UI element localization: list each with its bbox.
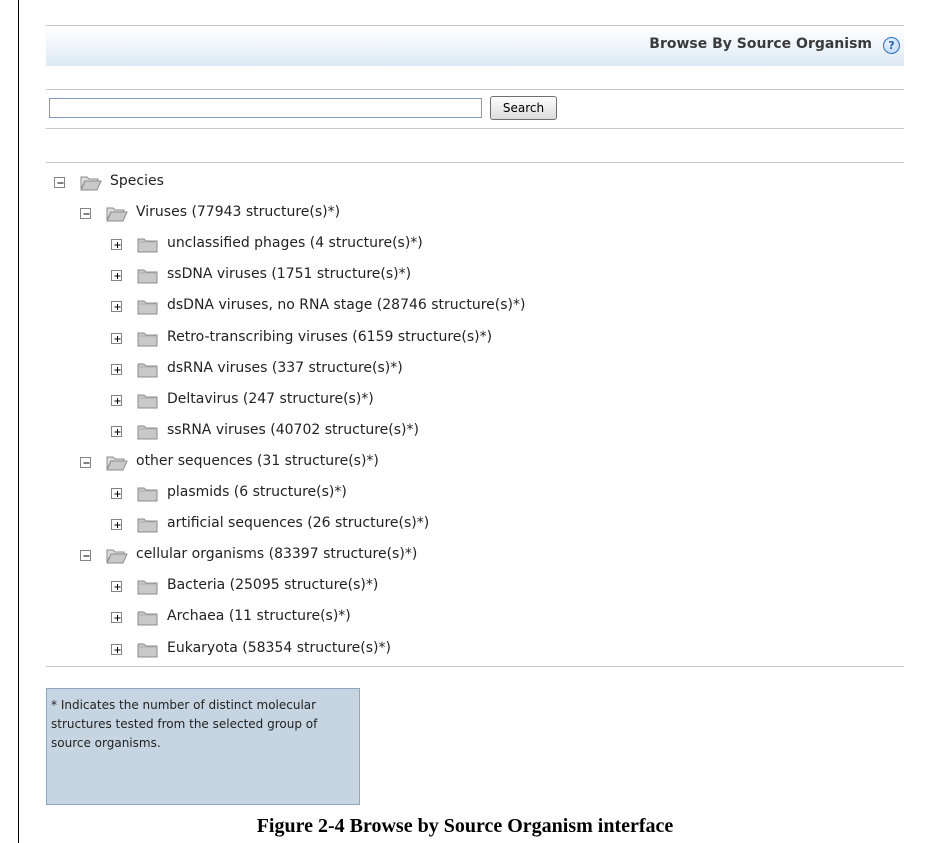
tree-node-label[interactable]: ssDNA viruses (1751 structure(s)*) <box>167 266 411 282</box>
folder-icon <box>137 486 159 502</box>
tree-node[interactable]: unclassified phages (4 structure(s)*) <box>0 234 900 256</box>
folder-icon <box>137 268 159 284</box>
tree-node-label[interactable]: dsRNA viruses (337 structure(s)*) <box>167 360 403 376</box>
folder-icon <box>137 237 159 253</box>
tree-node[interactable]: artificial sequences (26 structure(s)*) <box>0 514 900 536</box>
tree-node[interactable]: ssDNA viruses (1751 structure(s)*) <box>0 265 900 287</box>
tree-node-label[interactable]: Viruses (77943 structure(s)*) <box>136 204 340 220</box>
folder-icon <box>137 424 159 440</box>
tree-node-label[interactable]: dsDNA viruses, no RNA stage (28746 struc… <box>167 297 525 313</box>
tree-node[interactable]: Deltavirus (247 structure(s)*) <box>0 390 900 412</box>
expand-icon[interactable] <box>111 488 122 499</box>
tree-node-label[interactable]: Archaea (11 structure(s)*) <box>167 608 351 624</box>
tree-node-label[interactable]: unclassified phages (4 structure(s)*) <box>167 235 423 251</box>
divider <box>46 89 904 90</box>
expand-icon[interactable] <box>111 333 122 344</box>
folder-icon <box>137 642 159 658</box>
tree-node-label[interactable]: Deltavirus (247 structure(s)*) <box>167 391 374 407</box>
tree-node-label[interactable]: plasmids (6 structure(s)*) <box>167 484 347 500</box>
search-input[interactable] <box>49 98 482 118</box>
page-header: Browse By Source Organism ? <box>46 26 904 66</box>
expand-icon[interactable] <box>111 581 122 592</box>
divider <box>46 128 904 129</box>
expand-icon[interactable] <box>111 612 122 623</box>
folder-icon <box>137 393 159 409</box>
expand-icon[interactable] <box>111 426 122 437</box>
folder-icon <box>137 579 159 595</box>
folder-icon <box>137 362 159 378</box>
folder-icon <box>137 610 159 626</box>
folder-icon <box>137 299 159 315</box>
expand-icon[interactable] <box>111 395 122 406</box>
tree-node[interactable]: Retro-transcribing viruses (6159 structu… <box>0 328 900 350</box>
open-folder-icon <box>106 455 128 471</box>
tree-node-label[interactable]: artificial sequences (26 structure(s)*) <box>167 515 429 531</box>
footnote-box: * Indicates the number of distinct molec… <box>46 688 360 805</box>
tree-node[interactable]: cellular organisms (83397 structure(s)*) <box>0 545 900 567</box>
expand-icon[interactable] <box>111 364 122 375</box>
expand-icon[interactable] <box>111 301 122 312</box>
expand-icon[interactable] <box>111 644 122 655</box>
divider <box>46 162 904 163</box>
expand-icon[interactable] <box>111 270 122 281</box>
tree-node-label[interactable]: cellular organisms (83397 structure(s)*) <box>136 546 417 562</box>
tree-node[interactable]: dsDNA viruses, no RNA stage (28746 struc… <box>0 296 900 318</box>
collapse-icon[interactable] <box>80 208 91 219</box>
help-icon[interactable]: ? <box>883 37 900 54</box>
tree-node[interactable]: Eukaryota (58354 structure(s)*) <box>0 639 900 661</box>
expand-icon[interactable] <box>111 519 122 530</box>
folder-icon <box>137 517 159 533</box>
expand-icon[interactable] <box>111 239 122 250</box>
tree-node[interactable]: ssRNA viruses (40702 structure(s)*) <box>0 421 900 443</box>
tree-node[interactable]: Bacteria (25095 structure(s)*) <box>0 576 900 598</box>
open-folder-icon <box>106 206 128 222</box>
divider <box>46 666 904 667</box>
tree-node-label[interactable]: Retro-transcribing viruses (6159 structu… <box>167 329 492 345</box>
tree-node[interactable]: Species <box>0 172 900 194</box>
tree-node[interactable]: plasmids (6 structure(s)*) <box>0 483 900 505</box>
tree-node[interactable]: Archaea (11 structure(s)*) <box>0 607 900 629</box>
open-folder-icon <box>106 548 128 564</box>
tree-node-label[interactable]: Bacteria (25095 structure(s)*) <box>167 577 378 593</box>
tree-node[interactable]: Viruses (77943 structure(s)*) <box>0 203 900 225</box>
search-button[interactable]: Search <box>490 96 557 120</box>
tree-node-label[interactable]: ssRNA viruses (40702 structure(s)*) <box>167 422 419 438</box>
collapse-icon[interactable] <box>80 550 91 561</box>
page-title: Browse By Source Organism <box>649 36 872 52</box>
tree-node[interactable]: dsRNA viruses (337 structure(s)*) <box>0 359 900 381</box>
folder-icon <box>137 331 159 347</box>
tree-node-label[interactable]: Species <box>110 173 164 189</box>
open-folder-icon <box>80 175 102 191</box>
collapse-icon[interactable] <box>54 177 65 188</box>
tree-node-label[interactable]: other sequences (31 structure(s)*) <box>136 453 379 469</box>
tree-node-label[interactable]: Eukaryota (58354 structure(s)*) <box>167 640 391 656</box>
figure-caption: Figure 2-4 Browse by Source Organism int… <box>256 815 674 837</box>
tree-node[interactable]: other sequences (31 structure(s)*) <box>0 452 900 474</box>
collapse-icon[interactable] <box>80 457 91 468</box>
